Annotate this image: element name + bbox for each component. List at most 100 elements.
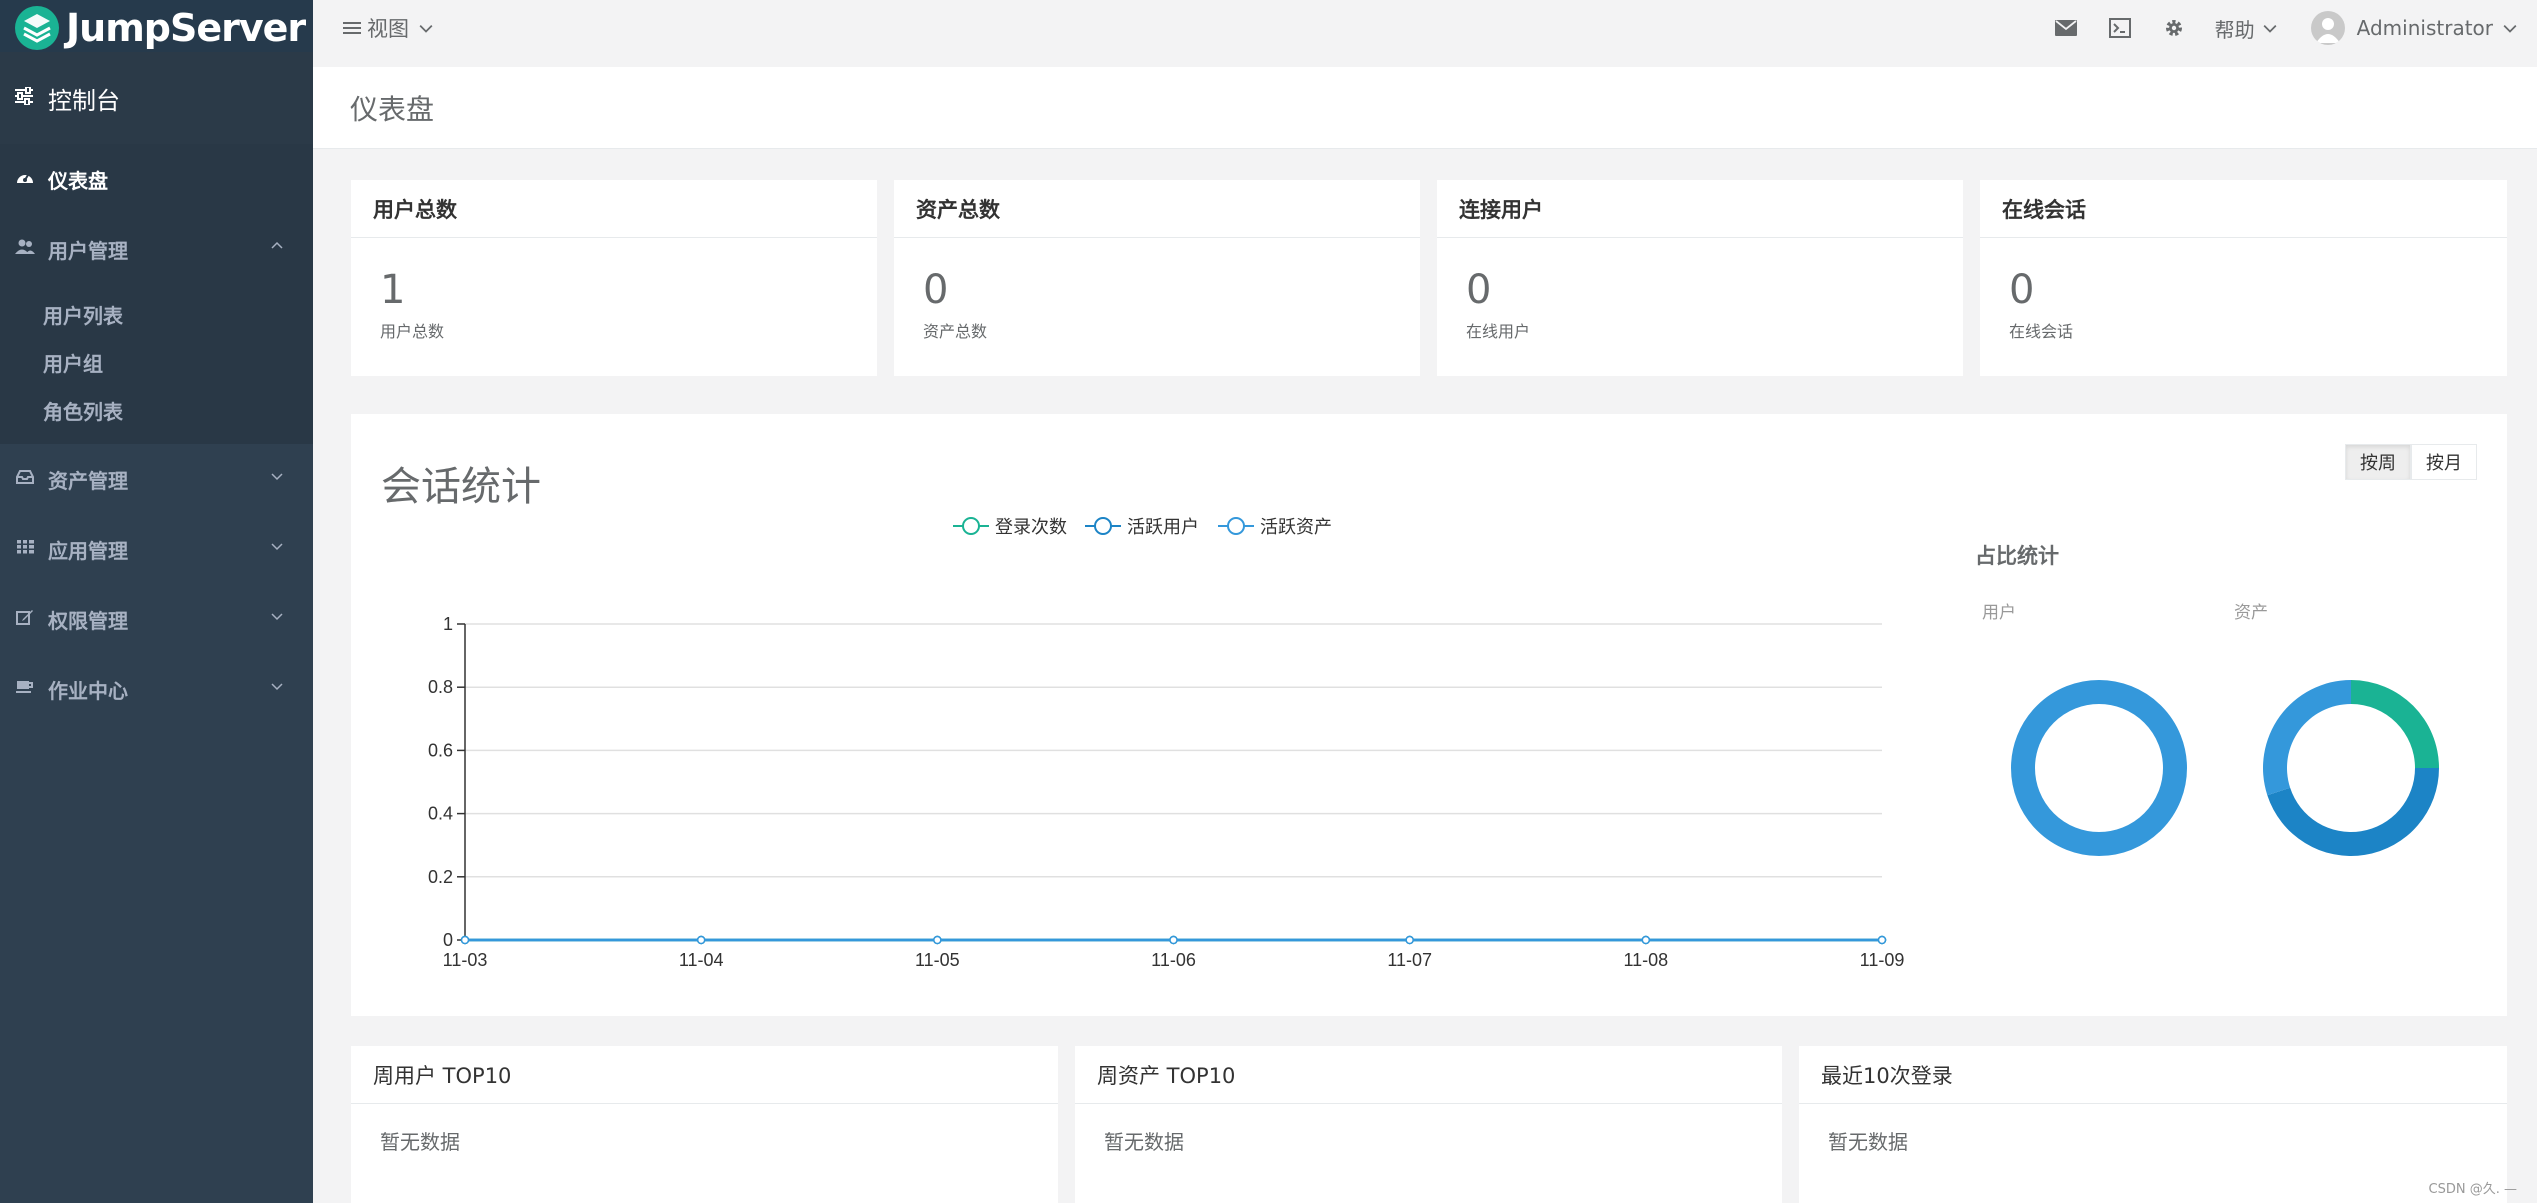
dashboard-icon — [14, 169, 36, 189]
donut-slice — [2351, 680, 2439, 768]
legend-marker — [1227, 517, 1245, 535]
range-week-button[interactable]: 按周 — [2345, 444, 2411, 480]
recent-logins-panel: 最近10次登录 暂无数据 — [1799, 1046, 2507, 1203]
data-point — [696, 935, 706, 945]
ratio-label-users: 用户 — [1982, 603, 2016, 623]
settings-button[interactable] — [2147, 0, 2201, 56]
x-tick-label: 11-07 — [1387, 950, 1432, 970]
chevron-down-icon — [271, 543, 283, 551]
page-heading: 仪表盘 — [313, 67, 2537, 149]
avatar — [2310, 11, 2345, 45]
chevron-up-icon — [271, 241, 283, 249]
y-tick-label: 0.2 — [428, 867, 453, 887]
console-label: 控制台 — [48, 86, 120, 115]
donut-slice — [2267, 768, 2439, 856]
data-point — [1641, 935, 1651, 945]
logo[interactable]: JumpServer — [0, 0, 313, 56]
sidebar-subitem-user-group[interactable]: 用户组 — [0, 338, 313, 386]
stat-label: 在线用户 — [1466, 322, 1531, 341]
envelope-icon — [2054, 20, 2077, 36]
assets-donut-chart — [2263, 680, 2439, 856]
y-tick-label: 0.6 — [428, 740, 453, 760]
chevron-down-icon — [2263, 25, 2277, 33]
terminal-icon — [2108, 18, 2131, 38]
coffee-icon — [14, 679, 36, 699]
help-label: 帮助 — [2214, 17, 2255, 42]
y-tick-label: 0.4 — [428, 804, 453, 824]
sidebar-item-label: 作业中心 — [48, 678, 128, 703]
gear-icon — [2165, 20, 2182, 36]
jumpserver-logo-icon — [15, 6, 59, 50]
grid-icon — [14, 539, 36, 559]
panel-title: 周用户 TOP10 — [351, 1046, 1058, 1104]
top-right-tools: 帮助 Administrator — [2039, 0, 2517, 56]
sidebar-item-permissions[interactable]: 权限管理 — [0, 584, 313, 654]
sidebar-item-dashboard[interactable]: 仪表盘 — [0, 144, 313, 214]
stat-value: 0 — [2009, 267, 2035, 313]
sidebar-item-label: 资产管理 — [48, 468, 128, 493]
sidebar-item-label: 用户管理 — [48, 238, 128, 263]
sidebar-item-assets[interactable]: 资产管理 — [0, 444, 313, 514]
stat-card-title: 资产总数 — [894, 180, 1420, 238]
stat-value: 1 — [380, 267, 406, 313]
sidebar-item-applications[interactable]: 应用管理 — [0, 514, 313, 584]
empty-text: 暂无数据 — [380, 1130, 460, 1154]
sidebar-item-label: 应用管理 — [48, 538, 128, 563]
stat-card-online-sessions: 在线会话 0 在线会话 — [1980, 180, 2507, 376]
range-month-button[interactable]: 按月 — [2411, 444, 2477, 480]
help-menu[interactable]: 帮助 — [2201, 14, 2291, 43]
sliders-icon — [14, 86, 36, 110]
empty-text: 暂无数据 — [1104, 1130, 1184, 1154]
watermark: CSDN @久. — — [2428, 1182, 2517, 1197]
data-point — [1877, 935, 1887, 945]
weekly-user-top10-panel: 周用户 TOP10 暂无数据 — [351, 1046, 1058, 1203]
chevron-down-icon — [419, 25, 433, 33]
stat-label: 在线会话 — [2009, 322, 2074, 341]
sidebar: JumpServer 控制台 仪表盘 用户管理 用户列表 用户组 角色列表 资产… — [0, 0, 313, 1203]
user-name: Administrator — [2356, 16, 2493, 40]
sidebar-item-users[interactable]: 用户管理 — [0, 214, 313, 284]
stat-value: 0 — [1466, 267, 1492, 313]
legend-marker — [962, 517, 980, 535]
users-icon — [14, 239, 36, 260]
y-tick-label: 1 — [443, 614, 453, 634]
x-tick-label: 11-03 — [443, 950, 488, 970]
stat-card-title: 用户总数 — [351, 180, 877, 238]
hamburger-icon — [343, 22, 361, 34]
inbox-icon — [14, 469, 36, 489]
legend-label: 登录次数 — [995, 517, 1067, 538]
y-tick-label: 0.8 — [428, 677, 453, 697]
messages-button[interactable] — [2039, 0, 2093, 56]
ratio-stats-title: 占比统计 — [1975, 544, 2059, 568]
x-tick-label: 11-08 — [1623, 950, 1668, 970]
view-menu-label: 视图 — [367, 17, 409, 41]
ratio-label-assets: 资产 — [2234, 603, 2268, 623]
view-menu-toggle[interactable]: 视图 — [343, 13, 433, 43]
stat-value: 0 — [923, 267, 949, 313]
top-navbar: 视图 帮助 Administrator — [313, 0, 2537, 56]
y-tick-label: 0 — [443, 930, 453, 950]
stat-card-title: 在线会话 — [1980, 180, 2507, 238]
x-tick-label: 11-09 — [1860, 950, 1905, 970]
users-donut-chart — [2011, 680, 2187, 856]
edit-icon — [14, 609, 36, 630]
sidebar-item-jobs[interactable]: 作业中心 — [0, 654, 313, 724]
user-menu[interactable]: Administrator — [2291, 11, 2517, 45]
web-terminal-button[interactable] — [2093, 0, 2147, 56]
legend-marker — [1094, 517, 1112, 535]
empty-text: 暂无数据 — [1828, 1130, 1908, 1154]
stat-label: 资产总数 — [923, 322, 988, 341]
sidebar-subitem-user-list[interactable]: 用户列表 — [0, 290, 313, 338]
data-point — [933, 935, 942, 945]
legend-label: 活跃资产 — [1260, 517, 1332, 538]
sidebar-item-label: 仪表盘 — [48, 168, 108, 193]
page-title: 仪表盘 — [350, 92, 435, 126]
chevron-down-icon — [271, 613, 283, 621]
data-point — [460, 935, 470, 945]
chevron-down-icon — [271, 683, 283, 691]
console-header[interactable]: 控制台 — [0, 52, 313, 144]
range-toggle: 按周 按月 — [2345, 444, 2477, 480]
sidebar-subitem-role-list[interactable]: 角色列表 — [0, 386, 313, 434]
stat-card-online-users: 连接用户 0 在线用户 — [1437, 180, 1963, 376]
stat-label: 用户总数 — [380, 322, 445, 341]
